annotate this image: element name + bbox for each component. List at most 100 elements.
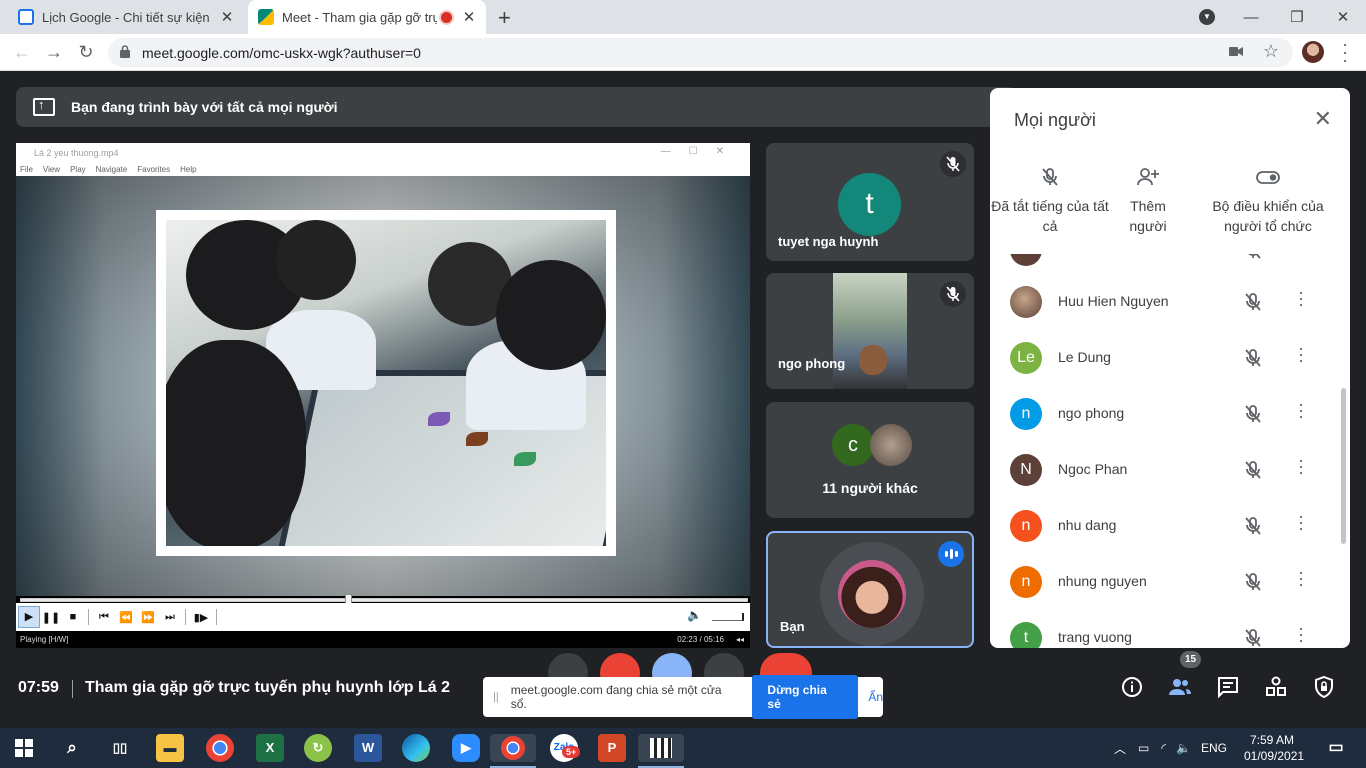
address-bar[interactable]: meet.google.com/omc-uskx-wgk?authuser=0 … (108, 38, 1293, 67)
player-window-controls: —☐✕ (660, 146, 742, 157)
activities-icon[interactable] (1264, 675, 1288, 699)
play-button[interactable]: ▶ (18, 606, 40, 628)
player-titlebar: Lá 2 yeu thuong.mp4 —☐✕ (16, 143, 750, 163)
host-controls-button[interactable]: Bộ điều khiển của người tổ chức (1206, 166, 1330, 236)
tab-google-meet[interactable]: Meet - Tham gia gặp gỡ trực ✕ (248, 0, 486, 34)
task-view-icon[interactable]: ▯▯ (106, 734, 134, 762)
others-tile[interactable]: c 11 người khác (766, 402, 974, 518)
participant-tile[interactable]: t tuyet nga huynh (766, 143, 974, 261)
notifications-icon[interactable]: ▭ (1322, 734, 1350, 762)
word-icon[interactable]: W (354, 734, 382, 762)
profile-avatar[interactable] (1302, 41, 1324, 63)
title-divider (72, 680, 73, 698)
zoom-icon[interactable]: ▶ (452, 734, 480, 762)
new-tab-button[interactable]: + (498, 5, 511, 31)
host-controls-label: Bộ điều khiển của người tổ chức (1212, 198, 1324, 234)
more-options-icon[interactable]: ··· (1298, 283, 1304, 313)
host-controls-shield-icon[interactable] (1312, 675, 1336, 699)
chat-icon[interactable] (1216, 675, 1240, 699)
list-item[interactable]: n nhung nguyen · · · (990, 554, 1336, 610)
close-tab-icon[interactable]: ✕ (462, 8, 476, 26)
drag-handle-icon[interactable]: || (493, 691, 499, 703)
browser-menu-icon[interactable]: · · · (1340, 35, 1350, 69)
taskbar-clock[interactable]: 7:59 AM 01/09/2021 (1244, 732, 1304, 764)
show-hidden-icons-icon[interactable]: ︿ (1114, 740, 1126, 757)
rewind-button[interactable]: ⏪ (115, 611, 137, 624)
next-button[interactable]: ⏭ (159, 611, 181, 624)
player-menu-file[interactable]: File (20, 165, 33, 174)
video-editor-active-app[interactable] (638, 734, 684, 762)
powerpoint-icon[interactable]: P (598, 734, 626, 762)
excel-icon[interactable]: X (256, 734, 284, 762)
input-language[interactable]: ENG (1201, 741, 1227, 755)
child-head (276, 220, 356, 300)
list-item[interactable]: n nhu dang · · · (990, 498, 1336, 554)
pause-button[interactable]: ❚❚ (40, 611, 62, 624)
windows-start-icon[interactable] (10, 734, 38, 762)
volume-icon[interactable]: 🔈 (687, 608, 702, 622)
player-menu-play[interactable]: Play (70, 165, 86, 174)
participant-avatar: c (832, 424, 874, 466)
volume-icon[interactable]: 🔈 (1176, 741, 1191, 755)
wifi-icon[interactable]: ◜ (1161, 741, 1166, 755)
list-item[interactable]: t trang vuong · · · (990, 610, 1336, 648)
player-menu-view[interactable]: View (43, 165, 60, 174)
list-item[interactable]: Huu Hien Nguyen · · · (990, 274, 1336, 330)
player-menu-help[interactable]: Help (180, 165, 196, 174)
previous-button[interactable]: ⏮ (93, 611, 115, 624)
close-window-button[interactable]: ✕ (1320, 8, 1366, 26)
info-icon[interactable] (1120, 675, 1144, 699)
stop-button[interactable]: ■ (62, 611, 84, 623)
camera-in-use-icon[interactable] (1229, 46, 1243, 57)
participant-name: Huu Hien Nguyen (1058, 293, 1169, 309)
more-options-icon[interactable]: ··· (1298, 395, 1304, 425)
app-icon[interactable]: ↻ (304, 734, 332, 762)
bookmark-star-icon[interactable]: ☆ (1263, 41, 1279, 62)
tab-google-calendar[interactable]: Lịch Google - Chi tiết sự kiện ✕ (8, 0, 244, 34)
chrome-active-app[interactable] (490, 734, 536, 762)
more-options-icon[interactable]: ··· (1298, 451, 1304, 481)
reload-button[interactable]: ↻ (74, 40, 98, 64)
more-options-icon[interactable]: ··· (1298, 619, 1304, 648)
search-icon[interactable]: ⌕ (58, 734, 86, 762)
add-people-button[interactable]: Thêm người (1088, 166, 1208, 236)
children-photo (166, 220, 606, 546)
back-button[interactable]: ← (10, 40, 34, 64)
chrome-icon[interactable] (206, 734, 234, 762)
forward-button[interactable]: → (42, 40, 66, 64)
more-options-icon[interactable]: ··· (1298, 563, 1304, 593)
people-panel: Mọi người ✕ Đã tắt tiếng của tất cả Thêm… (990, 88, 1350, 648)
more-options-icon[interactable]: ··· (1298, 254, 1304, 261)
more-options-icon[interactable]: ··· (1298, 339, 1304, 369)
mic-off-icon (1242, 347, 1264, 369)
leaf-shape (428, 412, 450, 426)
more-options-icon[interactable]: ··· (1298, 507, 1304, 537)
meeting-bottom-bar: 07:59 Tham gia gặp gỡ trực tuyến phụ huy… (0, 651, 1366, 728)
people-icon[interactable] (1168, 675, 1192, 699)
minimize-button[interactable]: — (1228, 9, 1274, 26)
panel-scrollbar[interactable] (1341, 388, 1346, 544)
close-tab-icon[interactable]: ✕ (220, 8, 234, 26)
player-window-title: Lá 2 yeu thuong.mp4 (34, 148, 119, 158)
self-tile[interactable]: Bạn (766, 531, 974, 648)
fast-forward-button[interactable]: ⏩ (137, 611, 159, 624)
control-divider (216, 609, 217, 625)
volume-slider[interactable] (712, 613, 744, 621)
edge-icon[interactable] (402, 734, 430, 762)
hide-notice-button[interactable]: Ẩn (868, 690, 883, 704)
participant-tile[interactable]: ngo phong (766, 273, 974, 389)
list-item[interactable]: Le Le Dung · · · (990, 330, 1336, 386)
list-item[interactable]: N Ngoc Phan · · · (990, 442, 1336, 498)
player-menu-favorites[interactable]: Favorites (137, 165, 170, 174)
frame-step-button[interactable]: ▮▶ (190, 611, 212, 624)
child-head (166, 340, 306, 546)
restore-button[interactable]: ❐ (1274, 8, 1320, 26)
file-explorer-icon[interactable]: ▬ (156, 734, 184, 762)
battery-icon[interactable]: ▭ (1138, 741, 1149, 755)
seek-bar[interactable] (20, 598, 748, 602)
player-menu-navigate[interactable]: Navigate (96, 165, 128, 174)
list-item[interactable]: n ngo phong · · · (990, 386, 1336, 442)
tab-search-icon[interactable]: ▼ (1199, 9, 1215, 25)
close-panel-button[interactable]: ✕ (1314, 106, 1332, 132)
stop-sharing-button[interactable]: Dừng chia sẻ (752, 675, 859, 719)
